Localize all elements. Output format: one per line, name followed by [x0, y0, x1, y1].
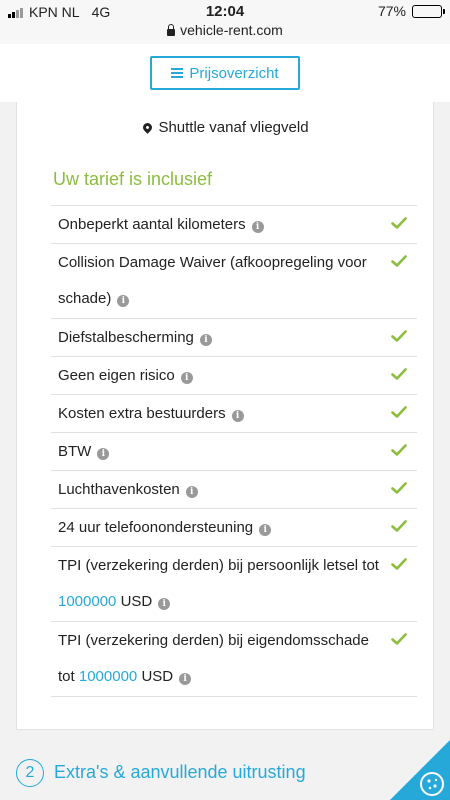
check-icon	[391, 217, 407, 229]
list-item: TPI (verzekering derden) bij persoonlijk…	[51, 546, 417, 621]
list-item: Collision Damage Waiver (afkoopregeling …	[51, 243, 417, 318]
step-number: 2	[16, 759, 44, 787]
next-step-section[interactable]: 2 Extra's & aanvullende uitrusting	[0, 730, 450, 800]
cookie-icon[interactable]	[390, 740, 450, 800]
check-icon	[391, 444, 407, 456]
price-overview-button[interactable]: Prijsoverzicht	[150, 56, 300, 90]
list-item: Luchthavenkosten i	[51, 470, 417, 508]
shuttle-text: Shuttle vanaf vliegveld	[158, 119, 309, 136]
check-icon	[391, 330, 407, 342]
list-item: Geen eigen risico i	[51, 356, 417, 394]
list-item: 24 uur telefoonondersteuning i	[51, 508, 417, 546]
coverage-amount: 1000000	[78, 668, 138, 685]
feature-text: BTW	[58, 443, 92, 460]
check-icon	[391, 368, 407, 380]
info-icon[interactable]: i	[158, 598, 171, 610]
url-text: vehicle-rent.com	[180, 22, 283, 38]
feature-text: Geen eigen risico	[58, 367, 175, 384]
list-item: Kosten extra bestuurders i	[51, 394, 417, 432]
info-icon[interactable]: i	[185, 486, 198, 498]
list-icon	[171, 68, 184, 78]
feature-text: Collision Damage Waiver (afkoopregeling …	[58, 254, 367, 307]
status-bar: KPN NL 4G 12:04 77%	[0, 0, 450, 22]
battery-icon	[412, 4, 445, 18]
feature-text: Kosten extra bestuurders	[58, 405, 226, 422]
lock-icon	[167, 24, 176, 36]
check-icon	[391, 255, 407, 267]
info-icon[interactable]: i	[117, 295, 130, 307]
feature-text: 24 uur telefoonondersteuning	[58, 519, 254, 536]
coverage-currency: USD	[120, 593, 153, 610]
feature-text: Onbeperkt aantal kilometers	[58, 216, 246, 233]
info-icon[interactable]: i	[179, 673, 192, 685]
info-icon[interactable]: i	[199, 334, 212, 346]
rate-card: Shuttle vanaf vliegveld Uw tarief is inc…	[16, 102, 434, 730]
sticky-header: Prijsoverzicht	[0, 44, 450, 102]
shuttle-info: Shuttle vanaf vliegveld	[17, 119, 435, 136]
check-icon	[391, 520, 407, 532]
coverage-currency: USD	[141, 668, 174, 685]
step-label: Extra's & aanvullende uitrusting	[54, 762, 306, 782]
inclusive-heading: Uw tarief is inclusief	[53, 169, 213, 189]
inclusive-list: Onbeperkt aantal kilometers i Collision Da…	[51, 205, 417, 697]
info-icon[interactable]: i	[180, 372, 193, 384]
battery-percent: 77%	[377, 3, 406, 19]
feature-text: Luchthavenkosten	[58, 481, 180, 498]
info-icon[interactable]: i	[97, 448, 110, 460]
info-icon[interactable]: i	[259, 524, 272, 536]
coverage-amount: 1000000	[58, 593, 117, 610]
list-item: BTW i	[51, 432, 417, 470]
list-item: TPI (verzekering derden) bij eigendomssc…	[51, 621, 417, 697]
list-item: Onbeperkt aantal kilometers i	[51, 205, 417, 243]
check-icon	[391, 482, 407, 494]
check-icon	[391, 558, 407, 570]
feature-text: Diefstalbescherming	[58, 329, 194, 346]
status-right: 77%	[377, 3, 445, 19]
price-overview-label: Prijsoverzicht	[189, 64, 279, 82]
list-item: Diefstalbescherming i	[51, 318, 417, 356]
map-pin-icon	[141, 121, 155, 134]
info-icon[interactable]: i	[231, 410, 244, 422]
check-icon	[391, 633, 407, 645]
info-icon[interactable]: i	[251, 221, 264, 233]
check-icon	[391, 406, 407, 418]
feature-text: TPI (verzekering derden) bij persoonlijk…	[58, 557, 379, 574]
address-bar[interactable]: vehicle-rent.com	[0, 22, 450, 44]
